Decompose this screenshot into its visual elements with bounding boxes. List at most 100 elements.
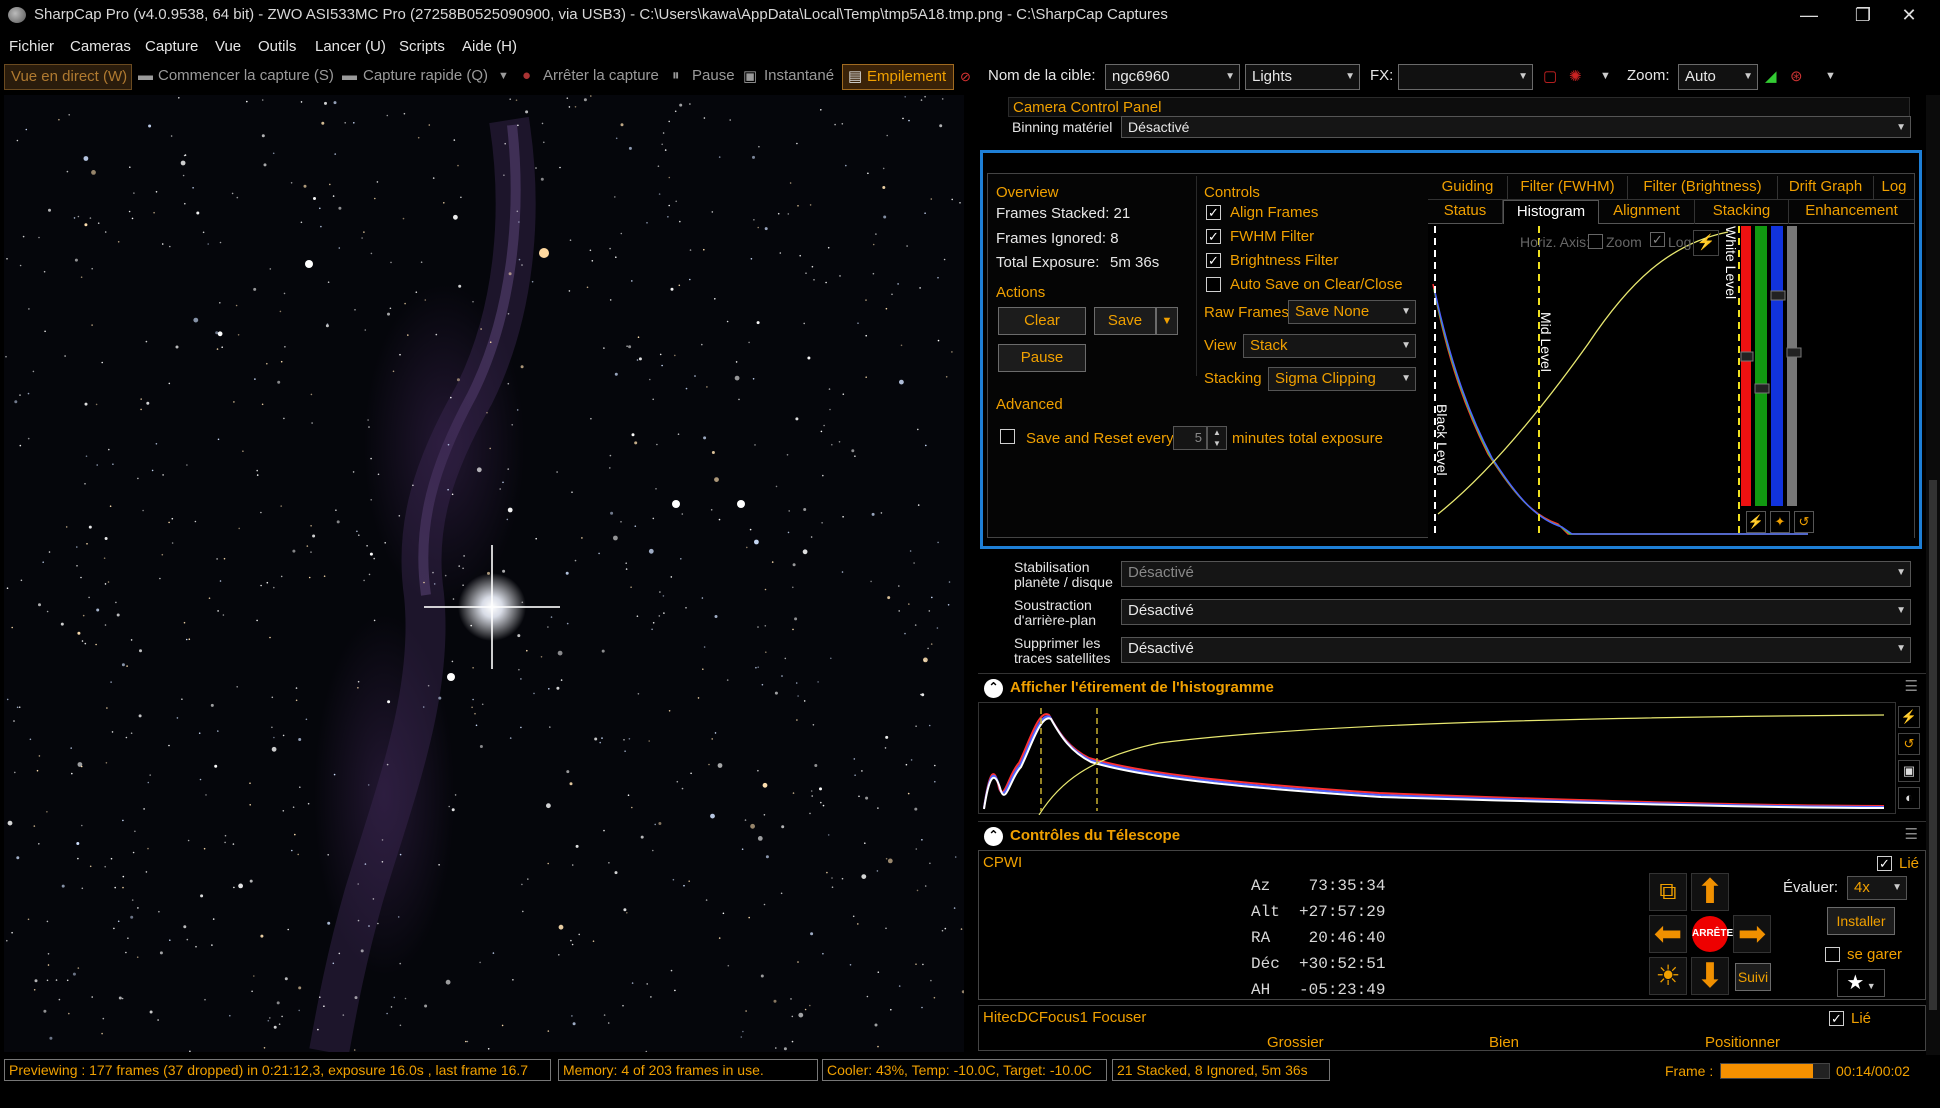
reset-icon[interactable]: ↺ <box>1898 733 1920 755</box>
tab-guiding[interactable]: Guiding <box>1428 176 1508 200</box>
rate-select[interactable]: 4x ▼ <box>1847 876 1907 900</box>
sun-icon[interactable]: ☀ <box>1649 957 1687 995</box>
histogram-stretch-header[interactable]: ⌃ Afficher l'étirement de l'histogramme … <box>978 673 1926 701</box>
background-subtraction-select[interactable]: Désactivé ▼ <box>1121 599 1911 625</box>
collapse-icon[interactable]: ⌃ <box>984 827 1003 846</box>
tab-log[interactable]: Log <box>1874 176 1914 200</box>
reset-icon[interactable]: ↺ <box>1794 511 1814 533</box>
zoom-checkbox[interactable] <box>1588 234 1603 249</box>
brightness-filter-checkbox[interactable]: ✓ <box>1206 253 1221 268</box>
arrow-right-icon[interactable]: ➡ <box>1733 915 1771 953</box>
tab-drift-graph[interactable]: Drift Graph <box>1778 176 1874 200</box>
tab-filter-fwhm[interactable]: Filter (FWHM) <box>1508 176 1628 200</box>
install-button[interactable]: Installer <box>1827 907 1895 935</box>
telescope-controls-header[interactable]: ⌃ Contrôles du Télescope ☰ <box>978 821 1926 849</box>
tab-filter-brightness[interactable]: Filter (Brightness) <box>1628 176 1778 200</box>
view-select[interactable]: Stack ▼ <box>1243 334 1416 358</box>
save-dropdown-button[interactable]: ▼ <box>1156 307 1178 335</box>
snapshot-button[interactable]: Instantané <box>764 67 834 84</box>
tab-status[interactable]: Status <box>1428 200 1503 224</box>
tab-alignment[interactable]: Alignment <box>1599 200 1695 224</box>
stack-histogram[interactable]: Horiz. Axis: Zoom ✓ Log ⚡ Black Level Mi… <box>1428 224 1914 539</box>
stop-button[interactable]: ARRÊTE <box>1691 915 1733 953</box>
chevron-down-icon[interactable]: ▼ <box>498 70 509 82</box>
sparkle-icon[interactable]: ✦ <box>1770 511 1790 533</box>
chevron-down-icon[interactable]: ▼ <box>1825 70 1836 82</box>
star <box>104 537 108 540</box>
minutes-stepper[interactable]: ▲ ▼ <box>1207 426 1227 450</box>
satellite-trails-select[interactable]: Désactivé ▼ <box>1121 637 1911 663</box>
stop-capture-button[interactable]: Arrêter la capture <box>543 67 659 84</box>
menu-lancer[interactable]: Lancer (U) <box>315 38 386 55</box>
image-preview[interactable] <box>4 95 964 1052</box>
save-reset-checkbox[interactable] <box>1000 429 1015 444</box>
restore-button[interactable]: ❐ <box>1840 0 1886 30</box>
fwhm-filter-checkbox[interactable]: ✓ <box>1206 229 1221 244</box>
tab-histogram[interactable]: Histogram <box>1503 200 1599 224</box>
star <box>794 617 798 621</box>
menu-capture[interactable]: Capture <box>145 38 198 55</box>
arrow-up-icon[interactable]: ⬆ <box>1691 873 1729 911</box>
park-label: se garer <box>1847 946 1903 963</box>
menu-icon[interactable]: ☰ <box>1905 825 1918 843</box>
save-reset-minutes-input[interactable]: 5 <box>1173 426 1207 450</box>
histogram-icon[interactable]: ◢ <box>1765 67 1777 85</box>
save-button[interactable]: Save <box>1094 307 1156 335</box>
side-panel-scrollbar[interactable] <box>1926 95 1940 1055</box>
raw-frames-select[interactable]: Save None ▼ <box>1288 300 1416 324</box>
roi-icon[interactable]: ▢ <box>1543 67 1557 85</box>
star <box>263 1047 266 1049</box>
menu-cameras[interactable]: Cameras <box>70 38 131 55</box>
scrollbar-thumb[interactable] <box>1929 480 1937 1010</box>
minimize-button[interactable]: — <box>1786 0 1832 30</box>
tab-enhancement[interactable]: Enhancement <box>1789 200 1914 224</box>
collapse-icon[interactable]: ⌃ <box>984 679 1003 698</box>
tab-stacking[interactable]: Stacking <box>1695 200 1789 224</box>
auto-stretch-icon[interactable]: ⚡ <box>1693 230 1719 256</box>
flash-icon[interactable]: ⚡ <box>1746 511 1766 533</box>
quick-capture-button[interactable]: Capture rapide (Q) <box>363 67 488 84</box>
close-button[interactable]: ✕ <box>1886 0 1932 30</box>
save-icon[interactable]: ▣ <box>1898 760 1920 782</box>
star <box>110 681 112 683</box>
align-frames-checkbox[interactable]: ✓ <box>1206 205 1221 220</box>
menu-vue[interactable]: Vue <box>215 38 241 55</box>
menu-icon[interactable]: ☰ <box>1905 677 1918 695</box>
park-checkbox[interactable] <box>1825 947 1840 962</box>
frame-type-select[interactable]: Lights ▼ <box>1245 64 1360 90</box>
pause-stacking-button[interactable]: Pause <box>998 344 1086 372</box>
focuser-linked-checkbox[interactable]: ✓ <box>1829 1011 1844 1026</box>
reticle-icon[interactable]: ⊛ <box>1790 67 1803 85</box>
stacking-select[interactable]: Sigma Clipping ▼ <box>1268 367 1416 391</box>
binning-select[interactable]: Désactivé ▼ <box>1121 116 1911 138</box>
contrast-icon[interactable]: ◐ <box>1898 787 1920 809</box>
goto-icon[interactable]: ⧉ <box>1649 873 1687 911</box>
menu-fichier[interactable]: Fichier <box>9 38 54 55</box>
menu-aide[interactable]: Aide (H) <box>462 38 517 55</box>
log-checkbox[interactable]: ✓ <box>1650 232 1665 247</box>
histogram-stretch-graph[interactable] <box>978 702 1896 816</box>
tracking-button[interactable]: Suivi <box>1735 963 1771 991</box>
clear-button[interactable]: Clear <box>998 307 1086 335</box>
stacking-button[interactable]: ▤ Empilement <box>842 64 954 90</box>
zoom-label: Zoom: <box>1627 67 1670 84</box>
start-capture-button[interactable]: Commencer la capture (S) <box>158 67 334 84</box>
arrow-down-icon[interactable]: ⬇ <box>1691 957 1729 995</box>
menu-scripts[interactable]: Scripts <box>399 38 445 55</box>
flash-icon[interactable]: ⚡ <box>1898 706 1920 728</box>
target-name-field[interactable]: ngc6960 ▼ <box>1105 64 1240 90</box>
star <box>609 467 611 469</box>
auto-save-checkbox[interactable] <box>1206 277 1221 292</box>
chevron-down-icon[interactable]: ▼ <box>1600 70 1611 82</box>
arrow-left-icon[interactable]: ⬅ <box>1649 915 1687 953</box>
live-view-button[interactable]: Vue en direct (W) <box>4 64 132 90</box>
star <box>70 747 72 749</box>
telescope-linked-checkbox[interactable]: ✓ <box>1877 856 1892 871</box>
star-icon[interactable]: ★ ▼ <box>1837 969 1885 997</box>
fx-select[interactable]: ▼ <box>1398 64 1533 90</box>
stabilisation-select[interactable]: Désactivé ▼ <box>1121 561 1911 587</box>
crosshair-icon[interactable]: ✺ <box>1569 67 1582 85</box>
pause-button[interactable]: Pause <box>692 67 735 84</box>
menu-outils[interactable]: Outils <box>258 38 296 55</box>
zoom-select[interactable]: Auto ▼ <box>1678 64 1758 90</box>
